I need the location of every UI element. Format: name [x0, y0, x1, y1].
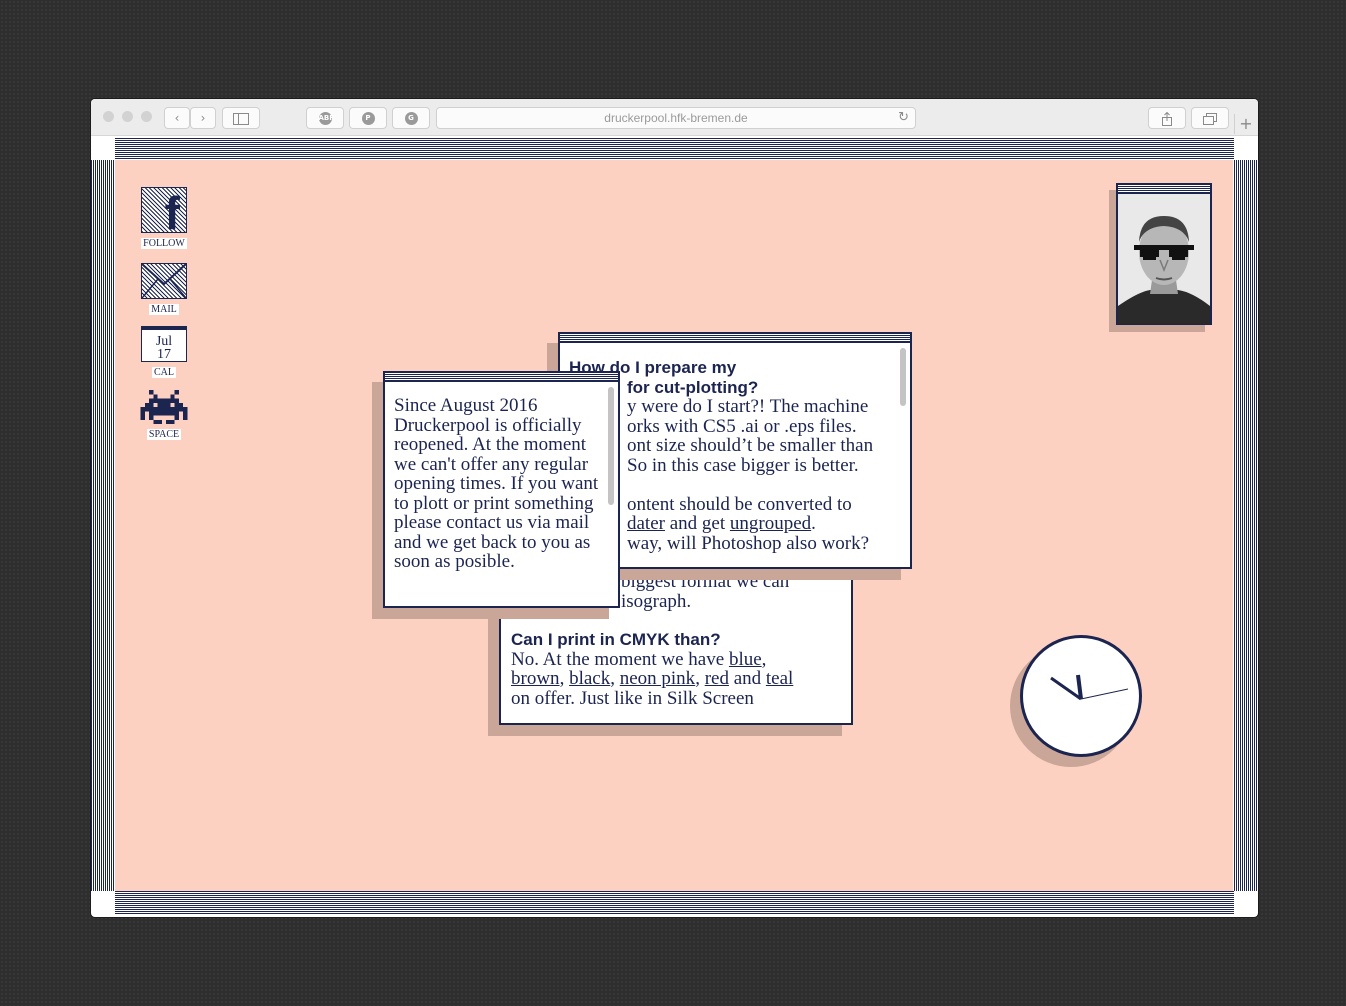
calendar-day: 17 — [157, 347, 171, 362]
grammarly-button[interactable]: G — [392, 107, 430, 129]
forward-button[interactable]: › — [190, 107, 216, 129]
notice-window[interactable]: Since August 2016 Druckerpool is officia… — [383, 371, 620, 608]
portrait-window[interactable] — [1116, 183, 1212, 325]
color-link-teal[interactable]: teal — [766, 668, 793, 689]
adblock-icon: ABP — [318, 112, 334, 125]
tabs-icon — [1203, 112, 1217, 125]
share-icon — [1162, 111, 1172, 126]
mail-desktop-icon[interactable]: MAIL — [139, 263, 189, 317]
cutplot-text-line2: orks with CS5 .ai or .eps files. — [627, 415, 857, 437]
cutplot-text-line1: y were do I start?! The machine — [627, 396, 869, 417]
cal-label: CAL — [152, 367, 176, 378]
cmyk-answer: No. At the moment we have blue, brown, b… — [511, 648, 794, 709]
facebook-icon: f — [141, 187, 187, 236]
zoom-window-button[interactable] — [141, 111, 152, 122]
follow-desktop-icon[interactable]: f FOLLOW — [139, 187, 189, 251]
share-button[interactable] — [1148, 107, 1186, 129]
frame-bottom — [115, 891, 1234, 914]
cutplot-text-line5: ontent should be converted to — [627, 493, 852, 515]
pinterest-icon: P — [361, 112, 375, 125]
notice-text: Since August 2016 Druckerpool is officia… — [394, 395, 599, 572]
frame-right — [1234, 160, 1258, 891]
space-desktop-icon[interactable]: SPACE — [139, 390, 189, 442]
chevron-right-icon: › — [200, 111, 206, 125]
sidebar-toggle-button[interactable] — [222, 107, 260, 129]
calendar-icon: Jul 17 — [141, 326, 187, 362]
grammarly-icon: G — [404, 112, 418, 125]
portrait-titlebar[interactable] — [1118, 185, 1210, 194]
address-bar[interactable]: druckerpool.hfk-bremen.de ↻ — [436, 107, 916, 129]
space-label: SPACE — [146, 429, 182, 440]
follow-label: FOLLOW — [141, 238, 187, 249]
cutplot-titlebar[interactable] — [560, 334, 910, 343]
tabs-overview-button[interactable] — [1191, 107, 1229, 129]
ungrouped-link[interactable]: ungrouped — [730, 513, 811, 534]
browser-toolbar: ‹ › ABP P G druckerpool.hfk-bremen.de ↻ … — [91, 99, 1258, 136]
new-tab-button[interactable]: + — [1234, 114, 1257, 134]
frame-left — [91, 160, 115, 891]
color-link-blue[interactable]: blue — [729, 649, 762, 670]
cal-desktop-icon[interactable]: Jul 17 CAL — [139, 326, 189, 380]
sidebar-icon — [233, 112, 249, 125]
adblock-button[interactable]: ABP — [306, 107, 344, 129]
color-link-red[interactable]: red — [705, 668, 729, 689]
color-link-neon-pink[interactable]: neon pink — [620, 668, 695, 689]
cutplot-scrollbar[interactable] — [900, 348, 906, 406]
riso-scrollbar[interactable] — [841, 569, 847, 579]
color-link-black[interactable]: black — [569, 668, 610, 689]
clock-widget — [1020, 635, 1142, 757]
mail-icon — [141, 263, 187, 299]
cutplot-text-line4: So in this case bigger is better. — [627, 454, 859, 476]
cutplot-text-line3: ont size should’t be smaller than — [627, 435, 874, 456]
reload-icon[interactable]: ↻ — [898, 108, 909, 128]
color-link-brown[interactable]: brown — [511, 668, 560, 689]
mail-label: MAIL — [149, 304, 179, 315]
clock-face-icon — [1050, 674, 1129, 701]
cmyk-question: Can I print in CMYK than? — [511, 630, 721, 649]
frame-top — [115, 137, 1234, 159]
cutplot-text-line6: dater and get ungrouped. — [627, 513, 816, 534]
space-invader-icon — [140, 390, 188, 424]
back-button[interactable]: ‹ — [164, 107, 190, 129]
chevron-left-icon: ‹ — [174, 111, 180, 125]
notice-scrollbar[interactable] — [608, 387, 614, 505]
portrait-image — [1118, 194, 1210, 324]
pinterest-button[interactable]: P — [349, 107, 387, 129]
url-text: druckerpool.hfk-bremen.de — [604, 111, 748, 125]
close-window-button[interactable] — [103, 111, 114, 122]
notice-titlebar[interactable] — [385, 373, 618, 382]
cutplot-text-line7: way, will Photoshop also work? — [627, 532, 870, 554]
desktop: f FOLLOW MAIL Jul 17 CAL SPACE biggest f… — [115, 160, 1233, 891]
dater-link[interactable]: dater — [627, 513, 665, 534]
minimize-window-button[interactable] — [122, 111, 133, 122]
